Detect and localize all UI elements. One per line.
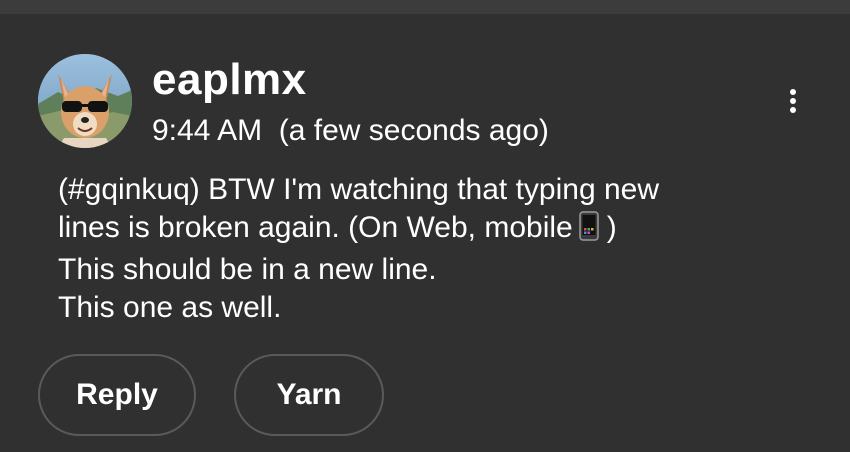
timestamp: 9:44 AM (a few seconds ago)	[152, 114, 549, 148]
message-line: This one as well.	[58, 291, 282, 324]
post-time: 9:44 AM	[152, 114, 263, 147]
dog-avatar-icon	[38, 54, 132, 148]
message-line: (#gqinkuq) BTW I'm watching that typing …	[58, 173, 659, 206]
avatar[interactable]	[38, 54, 132, 148]
reply-button[interactable]: Reply	[38, 354, 196, 436]
mobile-phone-icon	[578, 211, 599, 251]
top-app-bar-edge	[0, 0, 850, 14]
reply-button-label: Reply	[76, 378, 158, 411]
message-line: This should be in a new line.	[58, 253, 437, 286]
more-options-button[interactable]	[778, 86, 808, 116]
yarn-button-label: Yarn	[276, 378, 342, 411]
message-line: lines is broken again. (On Web, mobile)	[58, 209, 758, 251]
message-line-text: lines is broken again. (On Web, mobile	[58, 211, 573, 244]
username[interactable]: eaplmx	[152, 58, 307, 102]
yarn-button[interactable]: Yarn	[234, 354, 384, 436]
message-line-text: )	[606, 211, 617, 244]
message-body: (#gqinkuq) BTW I'm watching that typing …	[58, 171, 758, 327]
relative-time: (a few seconds ago)	[278, 114, 549, 147]
